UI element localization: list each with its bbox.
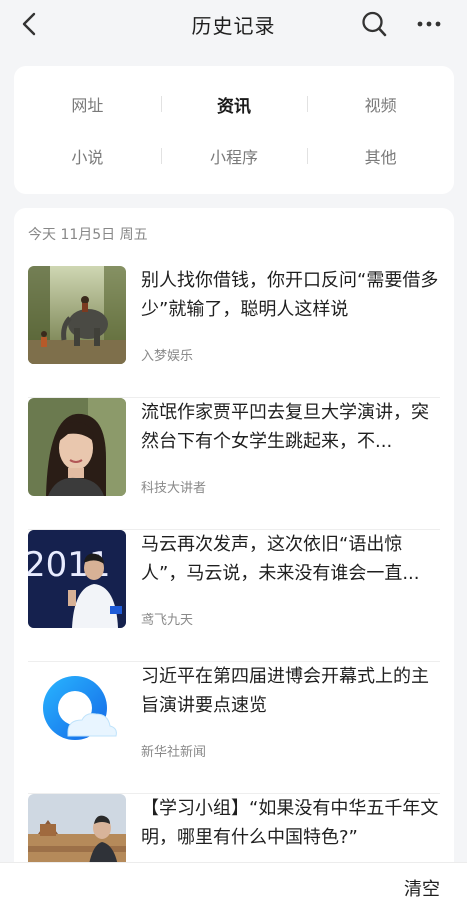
- tab-video[interactable]: 视频: [307, 84, 454, 124]
- item-title: 马云再次发声，这次依旧“语出惊人”，马云说，未来没有谁会一直...: [141, 534, 420, 584]
- tab-novel[interactable]: 小说: [14, 136, 161, 176]
- tab-label: 网址: [71, 96, 104, 115]
- back-arrow-icon[interactable]: [18, 11, 42, 37]
- item-title: 流氓作家贾平凹去复旦大学演讲，突然台下有个女学生跳起来，不...: [141, 402, 429, 452]
- speaker-stage-photo: 2011: [28, 530, 126, 628]
- list-item[interactable]: 流氓作家贾平凹去复旦大学演讲，突然台下有个女学生跳起来，不... 科技大讲者: [14, 398, 454, 530]
- tab-mini-program[interactable]: 小程序: [160, 136, 308, 176]
- item-source: 入梦娱乐: [141, 349, 194, 364]
- category-tabs-card: 网址 资讯 视频 小说 小程序 其他: [14, 66, 454, 194]
- item-source: 新华社新闻: [141, 745, 207, 760]
- tab-news[interactable]: 资讯: [160, 84, 308, 124]
- list-item[interactable]: 2011 马云再次发声，这次依旧“语出惊人”，马云说，未来没有谁会一直... 鸢…: [14, 530, 454, 662]
- top-bar: 历史记录: [0, 0, 467, 48]
- tab-label: 小说: [71, 148, 104, 167]
- item-title: 【学习小组】“如果没有中华五千年文明，哪里有什么中国特色?”: [141, 798, 439, 848]
- item-source: 科技大讲者: [141, 481, 207, 496]
- page-title: 历史记录: [191, 13, 276, 38]
- tab-label: 小程序: [210, 148, 259, 167]
- elephant-photo: [28, 266, 126, 364]
- tab-other[interactable]: 其他: [307, 136, 454, 176]
- tab-divider: [160, 96, 162, 112]
- list-item[interactable]: 习近平在第四届进博会开幕式上的主旨演讲要点速览 新华社新闻: [14, 662, 454, 794]
- qq-browser-logo: [28, 662, 126, 760]
- woman-portrait-photo: [28, 398, 126, 496]
- tab-divider: [160, 148, 162, 164]
- item-source: 鸢飞九天: [141, 613, 194, 628]
- date-label: 今天 11月5日 周五: [28, 227, 148, 243]
- search-icon[interactable]: [361, 10, 387, 38]
- clear-button[interactable]: 清空: [404, 875, 440, 901]
- tab-divider: [307, 96, 309, 112]
- tab-divider: [307, 148, 309, 164]
- tab-label: 其他: [364, 148, 397, 167]
- tab-url[interactable]: 网址: [14, 84, 161, 124]
- history-list: 今天 11月5日 周五 别人找你借钱，你开口反问“需要借多少”就输了，聪明人这样…: [14, 208, 454, 910]
- item-title: 别人找你借钱，你开口反问“需要借多少”就输了，聪明人这样说: [141, 270, 439, 320]
- list-item[interactable]: 别人找你借钱，你开口反问“需要借多少”就输了，聪明人这样说 入梦娱乐: [14, 266, 454, 398]
- more-dots-icon[interactable]: [416, 12, 442, 36]
- tab-label: 资讯: [217, 96, 251, 117]
- bottom-bar: 清空: [0, 862, 467, 911]
- item-title: 习近平在第四届进博会开幕式上的主旨演讲要点速览: [141, 666, 429, 716]
- tab-label: 视频: [364, 96, 397, 115]
